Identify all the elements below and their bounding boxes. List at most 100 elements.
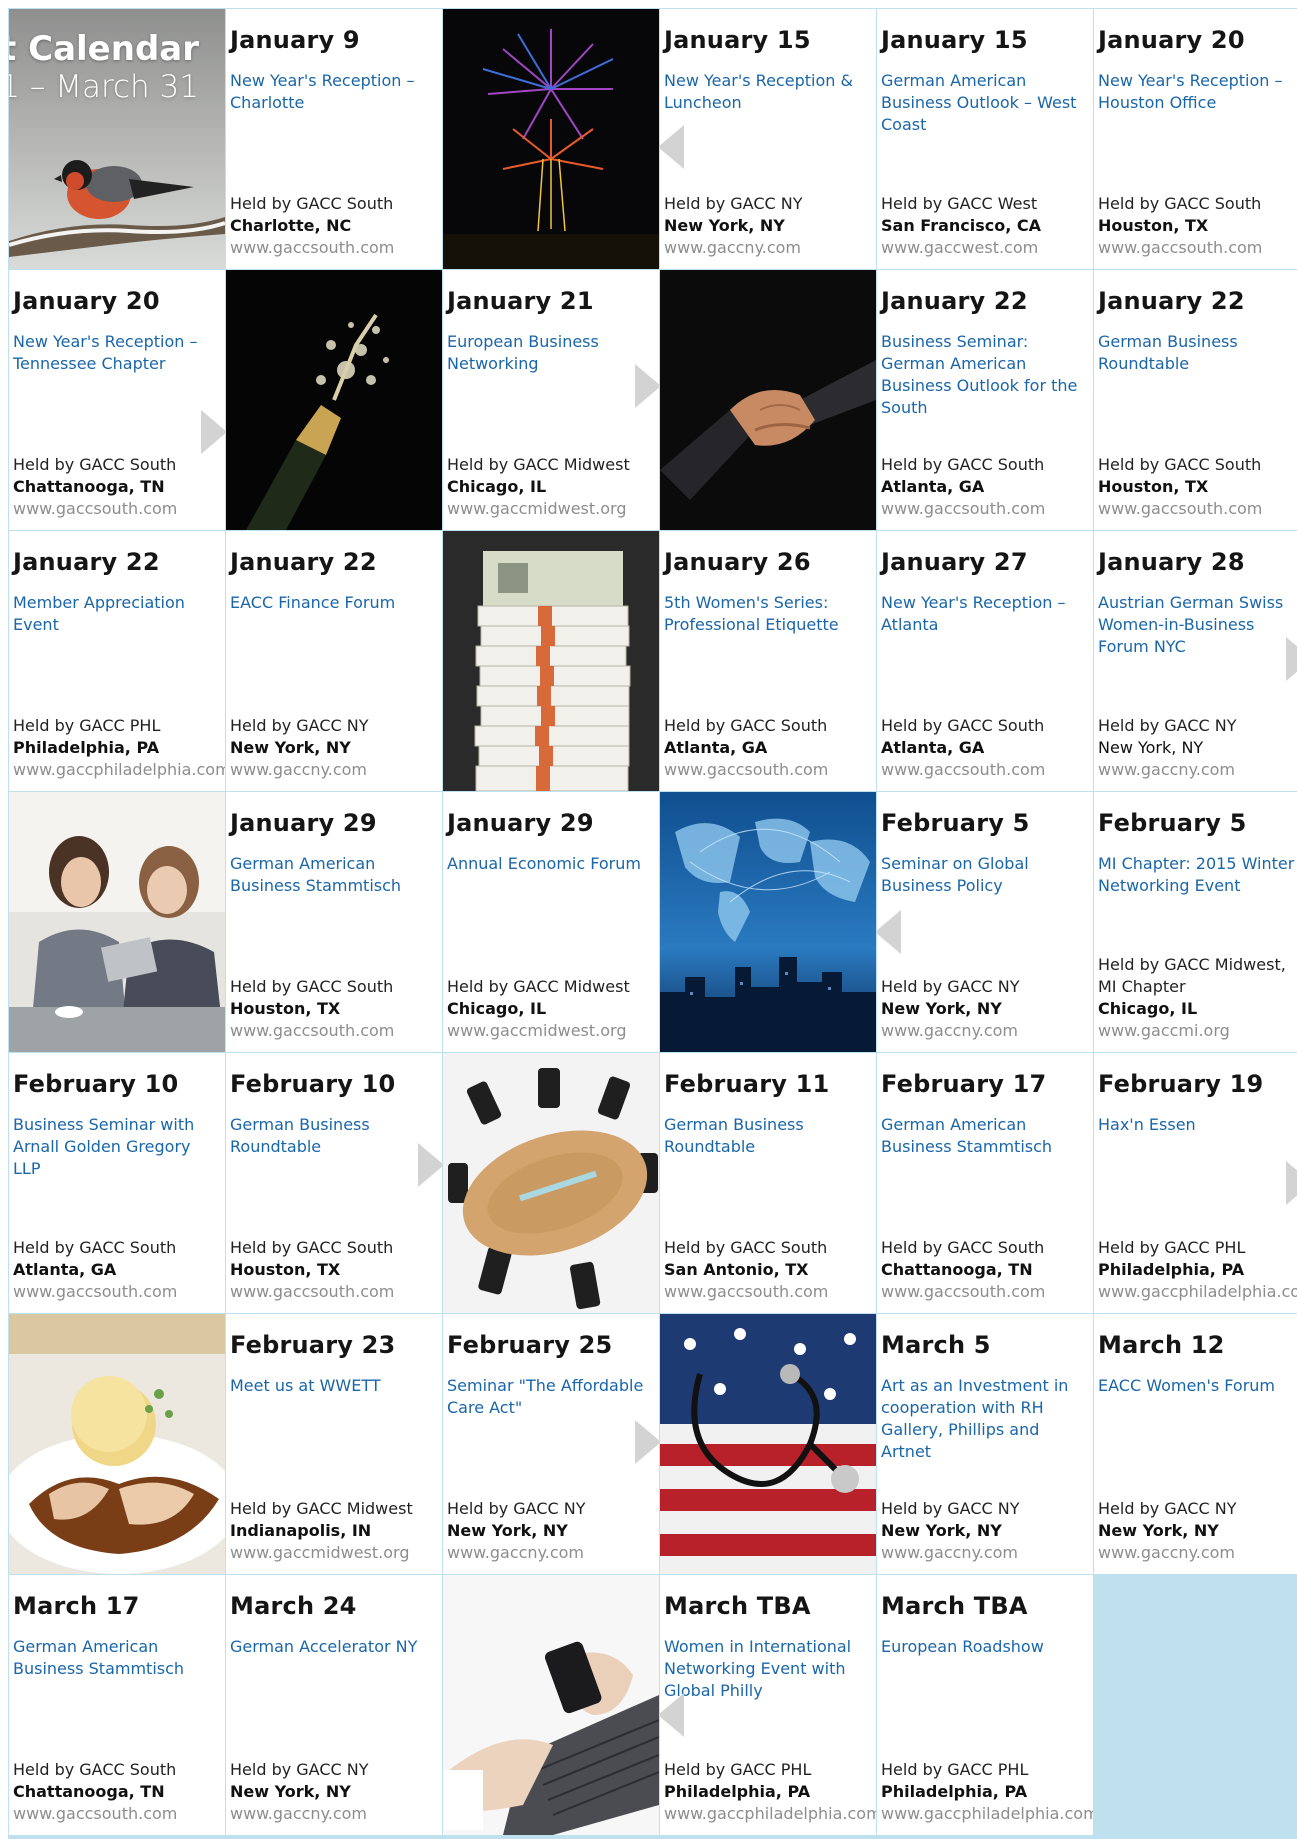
event-website-link[interactable]: www.gaccphiladelphia.com — [881, 1803, 1093, 1825]
event-card[interactable]: January 26 5th Women's Series: Professio… — [660, 531, 876, 791]
event-footer: Held by GACC South Chattanooga, TN www.g… — [881, 1237, 1091, 1303]
event-card[interactable]: February 10 Business Seminar with Arnall… — [9, 1053, 225, 1313]
event-title-link[interactable]: Member Appreciation Event — [13, 592, 223, 636]
event-title-link[interactable]: EACC Finance Forum — [230, 592, 440, 614]
event-card[interactable]: January 27 New Year's Reception – Atlant… — [877, 531, 1093, 791]
event-date: February 17 — [881, 1070, 1047, 1098]
event-website-link[interactable]: www.gaccphiladelphia.com — [13, 759, 225, 781]
event-title-link[interactable]: New Year's Reception & Luncheon — [664, 70, 874, 114]
event-website-link[interactable]: www.gaccsouth.com — [664, 759, 874, 781]
event-title-link[interactable]: German American Business Stammtisch — [230, 853, 440, 897]
event-website-link[interactable]: www.gaccny.com — [664, 237, 874, 259]
event-title-link[interactable]: Meet us at WWETT — [230, 1375, 440, 1397]
event-title-link[interactable]: Austrian German Swiss Women-in-Business … — [1098, 592, 1297, 658]
event-website-link[interactable]: www.gaccmi.org — [1098, 1020, 1297, 1042]
event-title-link[interactable]: New Year's Reception – Tennessee Chapter — [13, 331, 223, 375]
event-website-link[interactable]: www.gaccphiladelphia.com — [664, 1803, 876, 1825]
event-card[interactable]: February 11 German Business Roundtable H… — [660, 1053, 876, 1313]
event-title-link[interactable]: Business Seminar: German American Busine… — [881, 331, 1091, 419]
event-title-link[interactable]: New Year's Reception – Charlotte — [230, 70, 440, 114]
event-card[interactable]: February 5 Seminar on Global Business Po… — [877, 792, 1093, 1052]
event-website-link[interactable]: www.gaccwest.com — [881, 237, 1091, 259]
event-website-link[interactable]: www.gaccny.com — [230, 759, 440, 781]
event-card[interactable]: February 23 Meet us at WWETT Held by GAC… — [226, 1314, 442, 1574]
event-title-link[interactable]: German Business Roundtable — [230, 1114, 440, 1158]
event-website-link[interactable]: www.gaccsouth.com — [13, 498, 223, 520]
event-card[interactable]: January 22 Business Seminar: German Amer… — [877, 270, 1093, 530]
event-card[interactable]: January 21 European Business Networking … — [443, 270, 659, 530]
event-website-link[interactable]: www.gaccmidwest.org — [447, 1020, 657, 1042]
event-title-link[interactable]: MI Chapter: 2015 Winter Networking Event — [1098, 853, 1297, 897]
event-card[interactable]: February 10 German Business Roundtable H… — [226, 1053, 442, 1313]
event-website-link[interactable]: www.gaccny.com — [1098, 759, 1297, 781]
event-website-link[interactable]: www.gaccsouth.com — [13, 1803, 223, 1825]
event-title-link[interactable]: Seminar on Global Business Policy — [881, 853, 1091, 897]
event-card[interactable]: March TBA European Roadshow Held by GACC… — [877, 1575, 1093, 1835]
event-title-link[interactable]: German American Business Stammtisch — [13, 1636, 223, 1680]
event-title-link[interactable]: Seminar "The Affordable Care Act" — [447, 1375, 657, 1419]
event-website-link[interactable]: www.gaccphiladelphia.com — [1098, 1281, 1297, 1303]
event-website-link[interactable]: www.gaccsouth.com — [881, 759, 1091, 781]
event-card[interactable]: January 29 German American Business Stam… — [226, 792, 442, 1052]
event-website-link[interactable]: www.gaccsouth.com — [881, 498, 1091, 520]
event-title-link[interactable]: Hax'n Essen — [1098, 1114, 1297, 1136]
event-card[interactable]: January 29 Annual Economic Forum Held by… — [443, 792, 659, 1052]
event-website-link[interactable]: www.gaccmidwest.org — [447, 498, 657, 520]
event-card[interactable]: January 20 New Year's Reception – Housto… — [1094, 9, 1297, 269]
event-card[interactable]: March 12 EACC Women's Forum Held by GACC… — [1094, 1314, 1297, 1574]
event-title-link[interactable]: New Year's Reception – Atlanta — [881, 592, 1091, 636]
event-website-link[interactable]: www.gaccny.com — [1098, 1542, 1297, 1564]
event-footer: Held by GACC Midwest, MI Chapter Chicago… — [1098, 954, 1297, 1042]
event-location: Houston, TX — [230, 999, 341, 1018]
event-location: Chicago, IL — [1098, 999, 1198, 1018]
event-website-link[interactable]: www.gaccsouth.com — [230, 1281, 440, 1303]
event-website-link[interactable]: www.gaccny.com — [230, 1803, 440, 1825]
event-card[interactable]: February 19 Hax'n Essen Held by GACC PHL… — [1094, 1053, 1297, 1313]
event-website-link[interactable]: www.gaccsouth.com — [1098, 498, 1297, 520]
event-card[interactable]: January 28 Austrian German Swiss Women-i… — [1094, 531, 1297, 791]
event-title-link[interactable]: European Business Networking — [447, 331, 657, 375]
event-title-link[interactable]: German American Business Stammtisch — [881, 1114, 1091, 1158]
event-card[interactable]: March 24 German Accelerator NY Held by G… — [226, 1575, 442, 1835]
event-card[interactable]: January 15 German American Business Outl… — [877, 9, 1093, 269]
event-title-link[interactable]: Business Seminar with Arnall Golden Greg… — [13, 1114, 223, 1180]
event-website-link[interactable]: www.gaccny.com — [881, 1020, 1091, 1042]
event-website-link[interactable]: www.gaccsouth.com — [1098, 237, 1297, 259]
event-card[interactable]: January 22 EACC Finance Forum Held by GA… — [226, 531, 442, 791]
event-card[interactable]: February 17 German American Business Sta… — [877, 1053, 1093, 1313]
event-website-link[interactable]: www.gaccny.com — [447, 1542, 657, 1564]
event-title-link[interactable]: European Roadshow — [881, 1636, 1091, 1658]
event-card[interactable]: February 25 Seminar "The Affordable Care… — [443, 1314, 659, 1574]
event-website-link[interactable]: www.gaccny.com — [881, 1542, 1091, 1564]
event-footer: Held by GACC Midwest Indianapolis, IN ww… — [230, 1498, 440, 1564]
event-website-link[interactable]: www.gaccsouth.com — [13, 1281, 223, 1303]
event-card[interactable]: January 9 New Year's Reception – Charlot… — [226, 9, 442, 269]
event-card[interactable]: March TBA Women in International Network… — [660, 1575, 876, 1835]
event-card[interactable]: January 22 Member Appreciation Event Hel… — [9, 531, 225, 791]
event-title-link[interactable]: EACC Women's Forum — [1098, 1375, 1297, 1397]
event-card[interactable]: January 22 German Business Roundtable He… — [1094, 270, 1297, 530]
event-title-link[interactable]: New Year's Reception – Houston Office — [1098, 70, 1297, 114]
event-website-link[interactable]: www.gaccmidwest.org — [230, 1542, 440, 1564]
event-organizer: Held by GACC NY — [881, 1499, 1020, 1518]
event-website-link[interactable]: www.gaccsouth.com — [230, 1020, 440, 1042]
event-footer: Held by GACC PHL Philadelphia, PA www.ga… — [1098, 1237, 1297, 1303]
event-title-link[interactable]: German Accelerator NY — [230, 1636, 440, 1658]
event-card[interactable]: January 20 New Year's Reception – Tennes… — [9, 270, 225, 530]
event-footer: Held by GACC PHL Philadelphia, PA www.ga… — [13, 715, 225, 781]
event-website-link[interactable]: www.gaccsouth.com — [664, 1281, 874, 1303]
event-title-link[interactable]: German American Business Outlook – West … — [881, 70, 1091, 136]
event-website-link[interactable]: www.gaccsouth.com — [230, 237, 440, 259]
event-card[interactable]: March 5 Art as an Investment in cooperat… — [877, 1314, 1093, 1574]
event-title-link[interactable]: 5th Women's Series: Professional Etiquet… — [664, 592, 874, 636]
event-card[interactable]: January 15 New Year's Reception & Lunche… — [660, 9, 876, 269]
event-website-link[interactable]: www.gaccsouth.com — [881, 1281, 1091, 1303]
event-title-link[interactable]: German Business Roundtable — [1098, 331, 1297, 375]
event-title-link[interactable]: Art as an Investment in cooperation with… — [881, 1375, 1091, 1463]
event-card[interactable]: February 5 MI Chapter: 2015 Winter Netwo… — [1094, 792, 1297, 1052]
event-title-link[interactable]: Women in International Networking Event … — [664, 1636, 874, 1702]
event-title-link[interactable]: German Business Roundtable — [664, 1114, 874, 1158]
event-card[interactable]: March 17 German American Business Stammt… — [9, 1575, 225, 1835]
event-title-link[interactable]: Annual Economic Forum — [447, 853, 657, 875]
event-organizer: Held by GACC South — [230, 977, 394, 996]
